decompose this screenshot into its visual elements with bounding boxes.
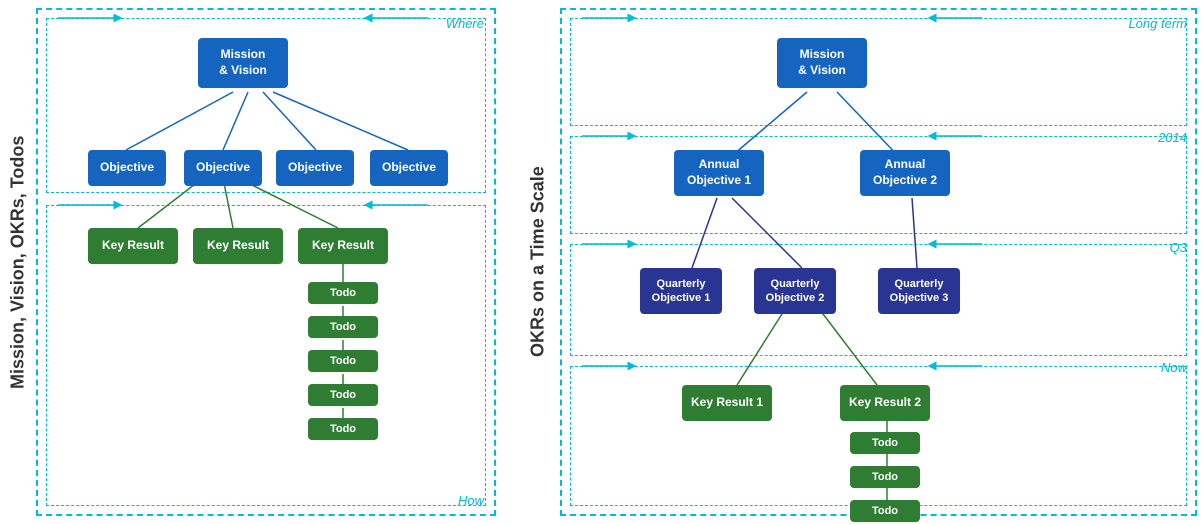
todo-r-1-node: Todo bbox=[850, 432, 920, 454]
objective-4-node: Objective bbox=[370, 150, 448, 186]
todo-1-node: Todo bbox=[308, 282, 378, 304]
todo-4-node: Todo bbox=[308, 384, 378, 406]
quarterly-obj-3-node: QuarterlyObjective 3 bbox=[878, 268, 960, 314]
right-diagram: Long term 2014 Q3 Now bbox=[560, 8, 1197, 516]
objective-1-node: Objective bbox=[88, 150, 166, 186]
mission-vision-node-right: Mission& Vision bbox=[777, 38, 867, 88]
quarterly-obj-2-node: QuarterlyObjective 2 bbox=[754, 268, 836, 314]
key-result-2-node-left: Key Result bbox=[193, 228, 283, 264]
todo-5-node: Todo bbox=[308, 418, 378, 440]
quarterly-obj-1-node: QuarterlyObjective 1 bbox=[640, 268, 722, 314]
left-diagram: Where How bbox=[36, 8, 496, 516]
todo-2-node: Todo bbox=[308, 316, 378, 338]
mission-vision-node-left: Mission& Vision bbox=[198, 38, 288, 88]
todo-r-3-node: Todo bbox=[850, 500, 920, 522]
main-container: Mission, Vision, OKRs, Todos Where How bbox=[0, 0, 1201, 524]
key-result-1-node-right: Key Result 1 bbox=[682, 385, 772, 421]
left-label: Mission, Vision, OKRs, Todos bbox=[0, 0, 36, 524]
key-result-2-node-right: Key Result 2 bbox=[840, 385, 930, 421]
objective-2-node: Objective bbox=[184, 150, 262, 186]
key-result-3-node-left: Key Result bbox=[298, 228, 388, 264]
right-label: OKRs on a Time Scale bbox=[520, 0, 556, 524]
long-term-region bbox=[570, 18, 1187, 126]
objective-3-node: Objective bbox=[276, 150, 354, 186]
todo-r-2-node: Todo bbox=[850, 466, 920, 488]
annual-obj-2-node: AnnualObjective 2 bbox=[860, 150, 950, 196]
key-result-1-node-left: Key Result bbox=[88, 228, 178, 264]
todo-3-node: Todo bbox=[308, 350, 378, 372]
annual-obj-1-node: AnnualObjective 1 bbox=[674, 150, 764, 196]
